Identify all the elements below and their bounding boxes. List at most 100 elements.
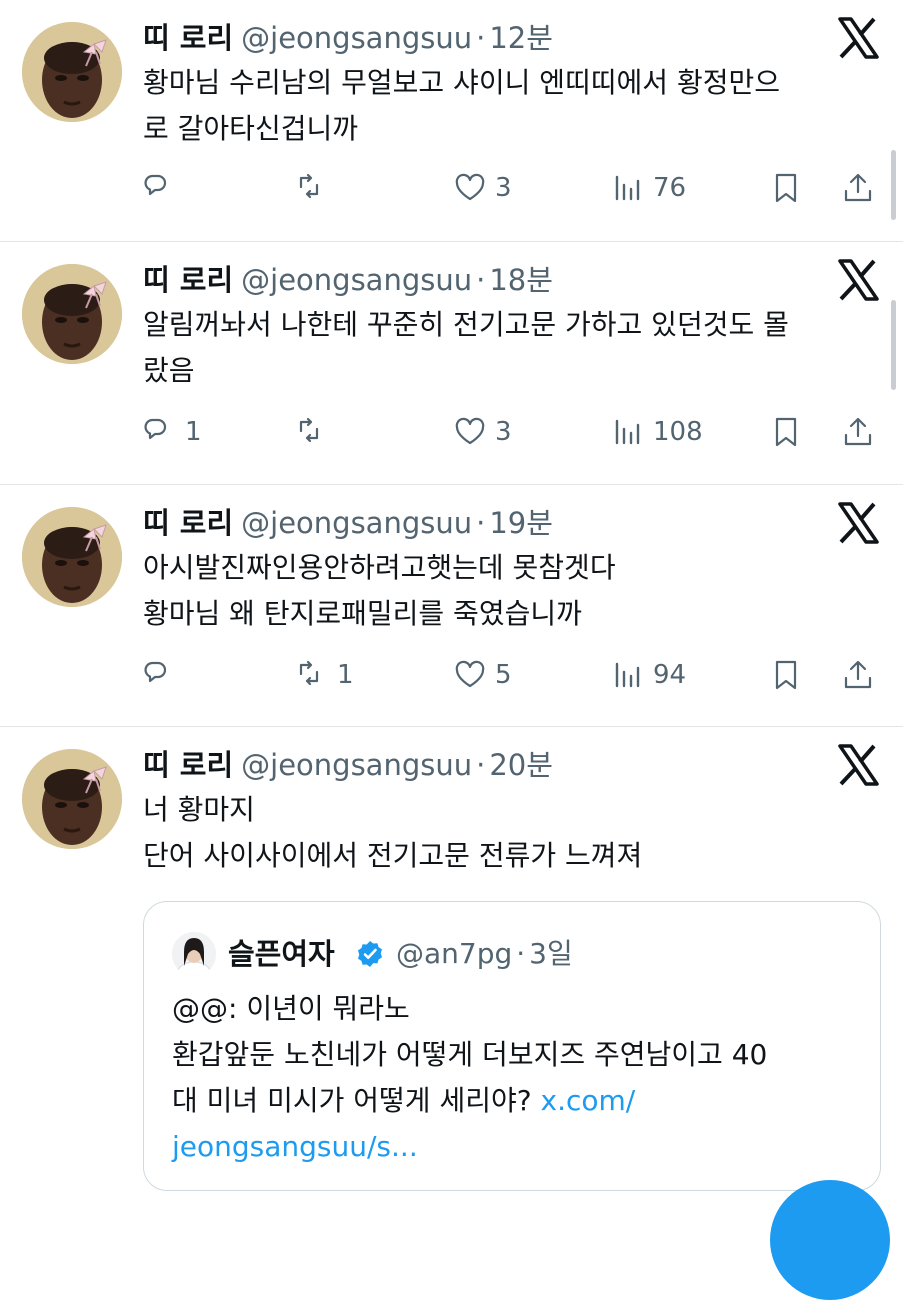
share-icon xyxy=(841,658,875,692)
tweet-text-line: 아시발진짜인용안하려고햇는데 못참겟다 xyxy=(143,551,616,584)
reply-button[interactable]: 1 xyxy=(143,412,202,452)
share-icon xyxy=(841,171,875,205)
compose-button[interactable] xyxy=(770,1180,890,1300)
quote-text: @@: 이년이 뭐라노환갑앞둔 노친네가 어떻게 더보지즈 주연남이고 40 대 … xyxy=(172,986,767,1170)
replies-count: 1 xyxy=(185,417,202,447)
tweet-header: 띠 로리 @jeongsangsuu · 19분 xyxy=(143,501,553,545)
quote-text-fragment: 대 미녀 미시가 어떻게 세리야? xyxy=(172,1084,541,1117)
share-button[interactable] xyxy=(841,655,875,695)
retweet-icon xyxy=(295,415,329,449)
display-name[interactable]: 띠 로리 xyxy=(143,263,233,297)
bookmark-button[interactable] xyxy=(769,655,803,695)
avatar[interactable] xyxy=(22,22,122,122)
x-logo-icon xyxy=(836,743,880,787)
retweet-button[interactable]: 1 xyxy=(295,655,354,695)
views-count: 94 xyxy=(653,660,687,690)
tweet-actions: 1 5 94 xyxy=(143,655,883,695)
like-icon xyxy=(453,415,487,449)
tweet-actions: 3 76 xyxy=(143,168,883,208)
tweet-text-line: 단어 사이사이에서 전기고문 전류가 느껴져 xyxy=(143,839,643,872)
tweet-text-line: 황마님 왜 탄지로패밀리를 죽였습니까 xyxy=(143,597,582,630)
reply-icon xyxy=(143,658,177,692)
reply-button[interactable] xyxy=(143,655,185,695)
avatar[interactable] xyxy=(22,507,122,607)
quote-text-line: 대 미녀 미시가 어떻게 세리야? x.com/ xyxy=(172,1078,767,1124)
user-handle[interactable]: @jeongsangsuu xyxy=(241,748,472,782)
tweet-text: 너 황마지단어 사이사이에서 전기고문 전류가 느껴져 xyxy=(143,787,883,879)
like-button[interactable]: 3 xyxy=(453,412,512,452)
quote-text-line: 환갑앞둔 노친네가 어떻게 더보지즈 주연남이고 40 xyxy=(172,1038,768,1071)
verified-badge-icon xyxy=(356,940,384,968)
views-icon xyxy=(611,658,645,692)
timestamp[interactable]: 20분 xyxy=(489,748,553,782)
likes-count: 3 xyxy=(495,173,512,203)
retweets-count: 1 xyxy=(337,660,354,690)
reply-button[interactable] xyxy=(143,168,185,208)
quoted-tweet[interactable]: 슬픈여자 @an7pg · 3일 @@: 이년이 뭐라노환갑앞둔 노친네가 어떻게 더보… xyxy=(143,901,881,1191)
tweet-actions: 1 3 108 xyxy=(143,412,883,452)
views-button[interactable]: 76 xyxy=(611,168,686,208)
tweet[interactable]: 띠 로리 @jeongsangsuu · 12분 황마님 수리남의 무얼보고 샤이니 엔… xyxy=(0,0,903,242)
separator-dot: · xyxy=(476,21,486,55)
reply-icon xyxy=(143,415,177,449)
views-icon xyxy=(611,415,645,449)
tweet-header: 띠 로리 @jeongsangsuu · 20분 xyxy=(143,743,553,787)
scrollbar-thumb-lower[interactable] xyxy=(891,300,896,390)
bookmark-button[interactable] xyxy=(769,168,803,208)
like-button[interactable]: 3 xyxy=(453,168,512,208)
quote-display-name[interactable]: 슬픈여자 xyxy=(228,932,335,976)
scrollbar-thumb[interactable] xyxy=(891,150,896,220)
quote-avatar[interactable] xyxy=(172,932,216,976)
avatar[interactable] xyxy=(22,749,122,849)
user-handle[interactable]: @jeongsangsuu xyxy=(241,506,472,540)
timestamp[interactable]: 18분 xyxy=(489,263,553,297)
x-logo-icon xyxy=(836,258,880,302)
retweet-button[interactable] xyxy=(295,168,337,208)
retweet-icon xyxy=(295,171,329,205)
share-icon xyxy=(841,415,875,449)
views-icon xyxy=(611,171,645,205)
tweet[interactable]: 띠 로리 @jeongsangsuu · 19분아시발진짜인용안하려고햇는데 못참겟다… xyxy=(0,485,903,727)
like-icon xyxy=(453,658,487,692)
tweet-text-line: 랐음 xyxy=(143,354,195,387)
tweet-text: 알림꺼놔서 나한테 꾸준히 전기고문 가하고 있던것도 몰랐음 xyxy=(143,302,883,394)
separator-dot: · xyxy=(476,748,486,782)
bookmark-icon xyxy=(769,171,803,205)
user-handle[interactable]: @jeongsangsuu xyxy=(241,263,472,297)
quote-user-handle[interactable]: @an7pg xyxy=(396,937,512,970)
display-name[interactable]: 띠 로리 xyxy=(143,748,233,782)
separator-dot: · xyxy=(516,937,526,970)
bookmark-button[interactable] xyxy=(769,412,803,452)
likes-count: 3 xyxy=(495,417,512,447)
timestamp[interactable]: 12분 xyxy=(489,21,553,55)
avatar[interactable] xyxy=(22,264,122,364)
likes-count: 5 xyxy=(495,660,512,690)
quote-link-continued[interactable]: jeongsangsuu/s... xyxy=(172,1124,767,1170)
x-logo-icon xyxy=(836,501,880,545)
tweet-text-line: 너 황마지 xyxy=(143,793,255,826)
bookmark-icon xyxy=(769,415,803,449)
like-button[interactable]: 5 xyxy=(453,655,512,695)
x-logo-icon xyxy=(836,16,880,60)
tweet-header: 띠 로리 @jeongsangsuu · 12분 xyxy=(143,16,553,60)
user-handle[interactable]: @jeongsangsuu xyxy=(241,21,472,55)
tweet[interactable]: 띠 로리 @jeongsangsuu · 18분 알림꺼놔서 나한테 꾸준히 전기고문 … xyxy=(0,242,903,485)
timestamp[interactable]: 19분 xyxy=(489,506,553,540)
views-button[interactable]: 94 xyxy=(611,655,686,695)
share-button[interactable] xyxy=(841,412,875,452)
views-button[interactable]: 108 xyxy=(611,412,703,452)
retweet-button[interactable] xyxy=(295,412,337,452)
display-name[interactable]: 띠 로리 xyxy=(143,506,233,540)
tweet-text-line: 알림꺼놔서 나한테 꾸준히 전기고문 가하고 있던것도 몰 xyxy=(143,308,789,341)
timeline-feed: 띠 로리 @jeongsangsuu · 12분 황마님 수리남의 무얼보고 샤이니 엔… xyxy=(0,0,903,1200)
quote-text-line: @@: 이년이 뭐라노 xyxy=(172,992,410,1025)
retweet-icon xyxy=(295,658,329,692)
tweet-text-line: 로 갈아타신겁니까 xyxy=(143,112,358,145)
quote-link[interactable]: x.com/ xyxy=(541,1084,636,1117)
like-icon xyxy=(453,171,487,205)
share-button[interactable] xyxy=(841,168,875,208)
reply-icon xyxy=(143,171,177,205)
views-count: 76 xyxy=(653,173,687,203)
display-name[interactable]: 띠 로리 xyxy=(143,21,233,55)
quote-timestamp[interactable]: 3일 xyxy=(529,937,573,970)
